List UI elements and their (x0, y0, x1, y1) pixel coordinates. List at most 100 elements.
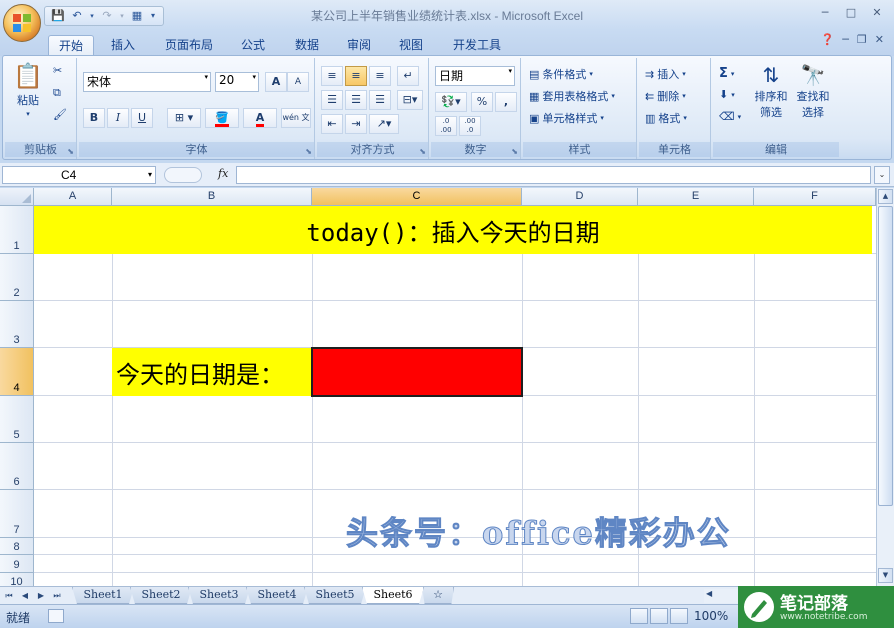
tab-view[interactable]: 视图 (390, 35, 432, 56)
increase-decimal-button[interactable]: .0 .00 (435, 116, 457, 136)
format-cells-button[interactable]: ▥ 格式 ▾ (645, 110, 687, 126)
column-header-b[interactable]: B (112, 188, 312, 206)
paste-button[interactable]: 📋 粘贴 ▾ (11, 62, 45, 118)
normal-view-icon[interactable] (630, 608, 648, 624)
italic-button[interactable]: I (107, 108, 129, 128)
dialog-launcher-icon[interactable]: ⬊ (67, 144, 74, 159)
maximize-button[interactable]: □ (840, 4, 862, 21)
dialog-launcher-icon[interactable]: ⬊ (419, 144, 426, 159)
dialog-launcher-icon[interactable]: ⬊ (305, 144, 312, 159)
ribbon-restore-icon[interactable]: ❐ (857, 33, 867, 46)
orientation-icon[interactable]: ↗▾ (369, 114, 399, 134)
grow-font-button[interactable]: A (265, 72, 287, 92)
save-icon[interactable]: 💾 (50, 8, 66, 24)
insert-sheet-icon[interactable]: ☆ (422, 587, 454, 604)
first-sheet-icon[interactable]: ⏮ (2, 588, 16, 603)
align-center-icon[interactable]: ☰ (345, 90, 367, 110)
number-format-select[interactable]: 日期 ▾ (435, 66, 515, 86)
sheet-tab-4[interactable]: Sheet4 (246, 587, 308, 604)
row-header-6[interactable]: 6 (0, 443, 34, 490)
prev-sheet-icon[interactable]: ◀ (18, 588, 32, 603)
tab-review[interactable]: 审阅 (338, 35, 380, 56)
cut-icon[interactable]: ✂ (53, 64, 62, 77)
increase-indent-icon[interactable]: ⇥ (345, 114, 367, 134)
name-box[interactable]: C4 ▾ (2, 166, 156, 184)
form-icon[interactable]: ▦ (129, 8, 145, 24)
redo-dropdown-icon[interactable]: ▾ (118, 8, 126, 24)
sort-filter-button[interactable]: ⇅ 排序和 筛选 (751, 62, 791, 120)
conditional-format-button[interactable]: ▤ 条件格式 ▾ (529, 66, 593, 82)
tab-insert[interactable]: 插入 (102, 35, 144, 56)
currency-icon[interactable]: 💱▾ (435, 92, 467, 112)
customize-qat-icon[interactable]: ▾ (148, 8, 158, 24)
expand-formula-icon[interactable]: ⌄ (874, 166, 890, 184)
autosum-button[interactable]: Σ ▾ (719, 66, 734, 81)
title-banner-cell[interactable]: today()：插入今天的日期 (34, 206, 872, 254)
scroll-thumb[interactable] (878, 206, 893, 506)
font-color-button[interactable]: A (243, 108, 277, 128)
shrink-font-button[interactable]: A (287, 72, 309, 92)
comma-button[interactable]: , (495, 92, 517, 112)
tab-page-layout[interactable]: 页面布局 (156, 35, 222, 56)
vertical-scrollbar[interactable]: ▲ ▼ (876, 188, 894, 586)
align-bottom-icon[interactable]: ≡ (369, 66, 391, 86)
close-button[interactable]: ✕ (866, 4, 888, 21)
row-header-1[interactable]: 1 (0, 206, 34, 254)
last-sheet-icon[interactable]: ⏭ (50, 588, 64, 603)
decrease-indent-icon[interactable]: ⇤ (321, 114, 343, 134)
row-header-7[interactable]: 7 (0, 490, 34, 538)
tab-developer[interactable]: 开发工具 (444, 35, 510, 56)
bold-button[interactable]: B (83, 108, 105, 128)
align-right-icon[interactable]: ☰ (369, 90, 391, 110)
page-layout-view-icon[interactable] (650, 608, 668, 624)
align-left-icon[interactable]: ☰ (321, 90, 343, 110)
row-header-2[interactable]: 2 (0, 254, 34, 301)
copy-icon[interactable]: ⧉ (53, 86, 61, 100)
zoom-level[interactable]: 100% (694, 609, 728, 623)
delete-cells-button[interactable]: ⇇ 删除 ▾ (645, 88, 686, 104)
sheet-tab-1[interactable]: Sheet1 (72, 587, 134, 604)
font-size-select[interactable]: 20 ▾ (215, 72, 259, 92)
scroll-down-icon[interactable]: ▼ (878, 568, 893, 583)
redo-icon[interactable]: ↷ (99, 8, 115, 24)
help-icon[interactable]: ❓ (821, 33, 835, 46)
row-header-10[interactable]: 10 (0, 573, 34, 586)
clear-button[interactable]: ⌫ ▾ (719, 110, 741, 123)
sheet-tab-6[interactable]: Sheet6 (362, 587, 424, 604)
row-header-8[interactable]: 8 (0, 538, 34, 555)
select-all-button[interactable] (0, 188, 34, 206)
tab-home[interactable]: 开始 (48, 35, 94, 56)
cell-styles-button[interactable]: ▣ 单元格样式 ▾ (529, 110, 604, 126)
ribbon-minimize-icon[interactable]: ─ (842, 33, 849, 46)
fill-color-button[interactable]: 🪣 (205, 108, 239, 128)
format-painter-icon[interactable]: 🖌 (53, 108, 67, 121)
office-button[interactable] (3, 4, 41, 42)
date-label-cell[interactable]: 今天的日期是： (112, 348, 312, 396)
column-header-a[interactable]: A (34, 188, 112, 206)
minimize-button[interactable]: ─ (814, 4, 836, 21)
border-button[interactable]: ⊞ ▾ (167, 108, 201, 128)
wrap-text-icon[interactable]: ↵ (397, 66, 419, 86)
percent-button[interactable]: % (471, 92, 493, 112)
merge-center-icon[interactable]: ⊟▾ (397, 90, 423, 110)
next-sheet-icon[interactable]: ▶ (34, 588, 48, 603)
find-select-button[interactable]: 🔭 查找和 选择 (793, 62, 833, 120)
format-as-table-button[interactable]: ▦ 套用表格格式 ▾ (529, 88, 615, 104)
ribbon-close-icon[interactable]: ✕ (875, 33, 884, 46)
active-cell-c4[interactable] (311, 347, 523, 397)
page-break-view-icon[interactable] (670, 608, 688, 624)
sheet-tab-5[interactable]: Sheet5 (304, 587, 366, 604)
formula-input[interactable] (236, 166, 871, 184)
scroll-left-icon[interactable]: ◀ (706, 589, 712, 598)
fill-button[interactable]: ⬇ ▾ (719, 88, 735, 101)
align-top-icon[interactable]: ≡ (321, 66, 343, 86)
align-middle-icon[interactable]: ≡ (345, 66, 367, 86)
column-header-d[interactable]: D (522, 188, 638, 206)
row-header-9[interactable]: 9 (0, 555, 34, 573)
dialog-launcher-icon[interactable]: ⬊ (511, 144, 518, 159)
scroll-up-icon[interactable]: ▲ (878, 189, 893, 204)
phonetic-button[interactable]: wén 文 (281, 108, 311, 128)
undo-dropdown-icon[interactable]: ▾ (88, 8, 96, 24)
sheet-tab-3[interactable]: Sheet3 (188, 587, 250, 604)
underline-button[interactable]: U (131, 108, 153, 128)
